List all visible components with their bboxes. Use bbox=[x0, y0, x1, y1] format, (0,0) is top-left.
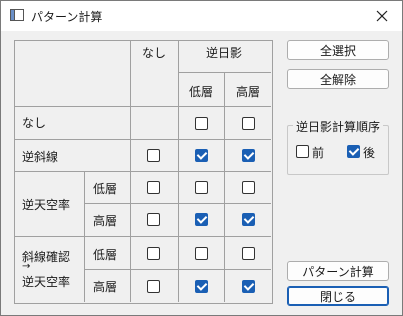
checkbox-none-low[interactable] bbox=[195, 117, 208, 130]
checkbox-sky-low-low[interactable] bbox=[195, 181, 208, 194]
checkbox-check-low-high[interactable] bbox=[242, 247, 255, 260]
order-before-checkbox[interactable] bbox=[296, 145, 309, 158]
row-label-reverse-slope: 逆斜線 bbox=[22, 150, 59, 164]
col-header-high: 高層 bbox=[235, 85, 261, 99]
reverse-shadow-order-title: 逆日影計算順序 bbox=[293, 118, 384, 135]
checkbox-slope-high[interactable] bbox=[242, 149, 255, 162]
checkbox-sky-high-low[interactable] bbox=[195, 213, 208, 226]
col-header-none: なし bbox=[141, 46, 167, 60]
checkbox-check-high-none[interactable] bbox=[147, 280, 160, 293]
checkbox-sky-low-none[interactable] bbox=[147, 181, 160, 194]
row-label-reverse-sky: 逆天空率 bbox=[22, 198, 71, 212]
row-label-arrow: → bbox=[22, 261, 31, 272]
col-header-reverse-shadow: 逆日影 bbox=[205, 46, 243, 60]
select-all-button[interactable]: 全選択 bbox=[287, 40, 389, 60]
row-sublabel-high-2: 高層 bbox=[93, 280, 118, 294]
checkbox-check-high-high[interactable] bbox=[242, 280, 255, 293]
checkbox-sky-low-high[interactable] bbox=[242, 181, 255, 194]
checkbox-none-high[interactable] bbox=[242, 117, 255, 130]
close-icon[interactable] bbox=[368, 4, 396, 28]
window-title: パターン計算 bbox=[31, 10, 103, 24]
order-before-label: 前 bbox=[312, 146, 325, 160]
checkbox-sky-high-none[interactable] bbox=[147, 213, 160, 226]
row-label-none: なし bbox=[22, 116, 47, 130]
checkbox-check-high-low[interactable] bbox=[195, 280, 208, 293]
checkbox-check-low-low[interactable] bbox=[195, 247, 208, 260]
window-app-icon bbox=[10, 9, 24, 21]
close-button[interactable]: 閉じる bbox=[287, 286, 389, 306]
checkbox-sky-high-high[interactable] bbox=[242, 213, 255, 226]
checkbox-check-low-none[interactable] bbox=[147, 247, 160, 260]
checkbox-slope-none[interactable] bbox=[147, 149, 160, 162]
col-header-low: 低層 bbox=[188, 85, 214, 99]
order-after-label: 後 bbox=[363, 146, 376, 160]
pattern-calc-button[interactable]: パターン計算 bbox=[287, 261, 389, 281]
order-after-checkbox[interactable] bbox=[347, 145, 360, 158]
row-sublabel-low-2: 低層 bbox=[93, 248, 118, 262]
title-bar: パターン計算 bbox=[1, 1, 402, 31]
row-sublabel-high: 高層 bbox=[93, 214, 118, 228]
checkbox-slope-low[interactable] bbox=[195, 149, 208, 162]
deselect-all-button[interactable]: 全解除 bbox=[287, 69, 389, 89]
row-label-slope-sky: 逆天空率 bbox=[22, 275, 71, 289]
row-sublabel-low: 低層 bbox=[93, 182, 118, 196]
